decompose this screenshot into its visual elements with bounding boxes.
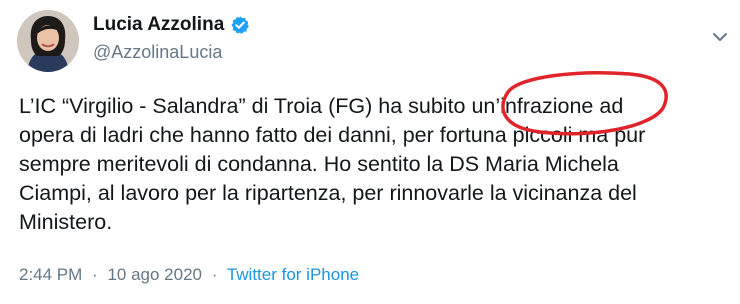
tweet-date[interactable]: 10 ago 2020: [107, 265, 202, 284]
author-handle[interactable]: @AzzolinaLucia: [93, 42, 222, 63]
meta-separator-2: ·: [211, 265, 218, 284]
tweet-time[interactable]: 2:44 PM: [19, 265, 82, 284]
meta-separator: ·: [92, 265, 98, 284]
tweet-card: Lucia Azzolina @AzzolinaLucia L’IC “Virg…: [0, 0, 740, 304]
verified-badge-icon: [230, 15, 250, 35]
author-name-row[interactable]: Lucia Azzolina: [93, 14, 250, 36]
tweet-source-link[interactable]: Twitter for iPhone: [227, 265, 359, 284]
tweet-meta: 2:44 PM · 10 ago 2020 · Twitter for iPho…: [19, 265, 359, 285]
author-display-name[interactable]: Lucia Azzolina: [93, 14, 224, 36]
chevron-down-icon[interactable]: [711, 30, 729, 44]
avatar[interactable]: [17, 10, 79, 72]
tweet-text: L’IC “Virgilio - Salandra” di Troia (FG)…: [19, 94, 646, 234]
